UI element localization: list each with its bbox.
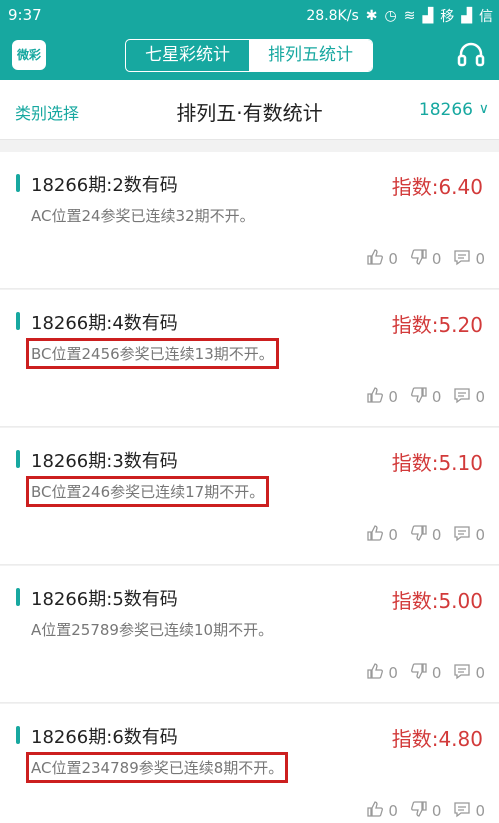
like-count: 0 <box>388 388 398 406</box>
index-value: 指数:5.10 <box>391 451 483 475</box>
like-count: 0 <box>388 526 398 544</box>
comment-count: 0 <box>475 802 485 820</box>
card-actions: 0 0 0 <box>366 524 485 546</box>
stat-card[interactable]: 18266期:3数有码 指数:5.10 BC位置246参奖已连续17期不开。 0 0 0 <box>0 428 499 565</box>
wifi-icon: ≋ <box>403 8 416 24</box>
index-value: 指数:5.00 <box>391 589 483 613</box>
comment-button[interactable]: 0 <box>453 248 485 270</box>
carrier-label-1: 移 <box>440 9 455 25</box>
thumbs-up-icon <box>366 524 384 546</box>
dislike-button[interactable]: 0 <box>410 386 442 408</box>
thumbs-down-icon <box>410 800 428 822</box>
comment-icon <box>453 800 471 822</box>
like-button[interactable]: 0 <box>366 248 398 270</box>
thumbs-up-icon <box>366 662 384 684</box>
app-logo[interactable]: 微彩 <box>12 40 46 70</box>
card-description: AC位置234789参奖已连续8期不开。 <box>25 752 289 783</box>
carrier-label-2: 信 <box>479 9 493 25</box>
like-count: 0 <box>388 802 398 820</box>
comment-button[interactable]: 0 <box>453 524 485 546</box>
card-description: A位置25789参奖已连续10期不开。 <box>31 621 274 639</box>
card-description: AC位置24参奖已连续32期不开。 <box>31 207 255 225</box>
status-bar: 9:37 28.8K/s ✱ ◷ ≋ ▟ 移 ▟ 信 <box>0 0 499 30</box>
network-speed: 28.8K/s <box>306 8 359 24</box>
comment-button[interactable]: 0 <box>453 800 485 822</box>
comment-button[interactable]: 0 <box>453 662 485 684</box>
comment-icon <box>453 386 471 408</box>
card-actions: 0 0 0 <box>366 248 485 270</box>
signal-icon: ▟ <box>422 8 434 24</box>
card-actions: 0 0 0 <box>366 800 485 822</box>
thumbs-down-icon <box>410 662 428 684</box>
dislike-button[interactable]: 0 <box>410 524 442 546</box>
tab-pailiewu[interactable]: 排列五统计 <box>249 40 372 71</box>
comment-count: 0 <box>475 388 485 406</box>
index-value: 指数:5.20 <box>391 313 483 337</box>
dislike-count: 0 <box>431 250 442 268</box>
thumbs-up-icon <box>366 386 384 408</box>
tab-qixingcai[interactable]: 七星彩统计 <box>126 40 249 71</box>
index-value: 指数:6.40 <box>391 175 483 199</box>
thumbs-up-icon <box>366 800 384 822</box>
comment-icon <box>453 248 471 270</box>
comment-button[interactable]: 0 <box>453 386 485 408</box>
comment-icon <box>453 662 471 684</box>
thumbs-up-icon <box>366 248 384 270</box>
card-title: 18266期:6数有码 <box>31 727 178 748</box>
signal-icon-2: ▟ <box>461 8 472 24</box>
card-title: 18266期:5数有码 <box>31 589 178 610</box>
bluetooth-icon: ✱ <box>365 8 378 24</box>
thumbs-down-icon <box>410 524 428 546</box>
like-button[interactable]: 0 <box>366 386 398 408</box>
issue-dropdown[interactable]: 18266 <box>419 100 473 120</box>
status-time: 9:37 <box>8 6 42 24</box>
like-count: 0 <box>388 250 398 268</box>
card-actions: 0 0 0 <box>366 662 485 684</box>
like-count: 0 <box>388 664 398 682</box>
index-value: 指数:4.80 <box>391 727 483 751</box>
card-actions: 0 0 0 <box>366 386 485 408</box>
like-button[interactable]: 0 <box>366 800 398 822</box>
accent-bar <box>16 588 20 606</box>
accent-bar <box>16 726 20 744</box>
card-description: BC位置246参奖已连续17期不开。 <box>25 476 270 507</box>
accent-bar <box>16 312 20 330</box>
stat-card[interactable]: 18266期:5数有码 指数:5.00 A位置25789参奖已连续10期不开。 0 0 0 <box>0 566 499 703</box>
stat-card[interactable]: 18266期:6数有码 指数:4.80 AC位置234789参奖已连续8期不开。 0 0… <box>0 704 499 823</box>
stat-card[interactable]: 18266期:2数有码 指数:6.40 AC位置24参奖已连续32期不开。 0 0 0 <box>0 152 499 289</box>
dislike-button[interactable]: 0 <box>410 800 442 822</box>
dislike-count: 0 <box>431 526 442 544</box>
comment-count: 0 <box>475 664 485 682</box>
comment-count: 0 <box>475 526 485 544</box>
card-title: 18266期:2数有码 <box>31 175 178 196</box>
dislike-count: 0 <box>431 802 442 820</box>
stat-card[interactable]: 18266期:4数有码 指数:5.20 BC位置2456参奖已连续13期不开。 0 0 0 <box>0 290 499 427</box>
chevron-down-icon[interactable]: ∨ <box>479 101 489 117</box>
thumbs-down-icon <box>410 386 428 408</box>
headset-icon[interactable] <box>455 39 487 71</box>
thumbs-down-icon <box>410 248 428 270</box>
comment-count: 0 <box>475 250 485 268</box>
like-button[interactable]: 0 <box>366 524 398 546</box>
accent-bar <box>16 450 20 468</box>
accent-bar <box>16 174 20 192</box>
dislike-count: 0 <box>431 388 442 406</box>
comment-icon <box>453 524 471 546</box>
like-button[interactable]: 0 <box>366 662 398 684</box>
status-icons: 28.8K/s ✱ ◷ ≋ ▟ 移 ▟ 信 <box>306 6 493 26</box>
dislike-button[interactable]: 0 <box>410 248 442 270</box>
card-title: 18266期:3数有码 <box>31 451 178 472</box>
app-bar: 微彩 七星彩统计 排列五统计 <box>0 30 499 80</box>
alarm-icon: ◷ <box>384 8 397 24</box>
dislike-button[interactable]: 0 <box>410 662 442 684</box>
dislike-count: 0 <box>431 664 442 682</box>
card-description: BC位置2456参奖已连续13期不开。 <box>26 338 279 369</box>
sub-header: 类别选择 排列五·有数统计 18266 ∨ <box>0 80 499 140</box>
card-title: 18266期:4数有码 <box>31 313 178 334</box>
stats-tab-switcher: 七星彩统计 排列五统计 <box>125 39 373 72</box>
